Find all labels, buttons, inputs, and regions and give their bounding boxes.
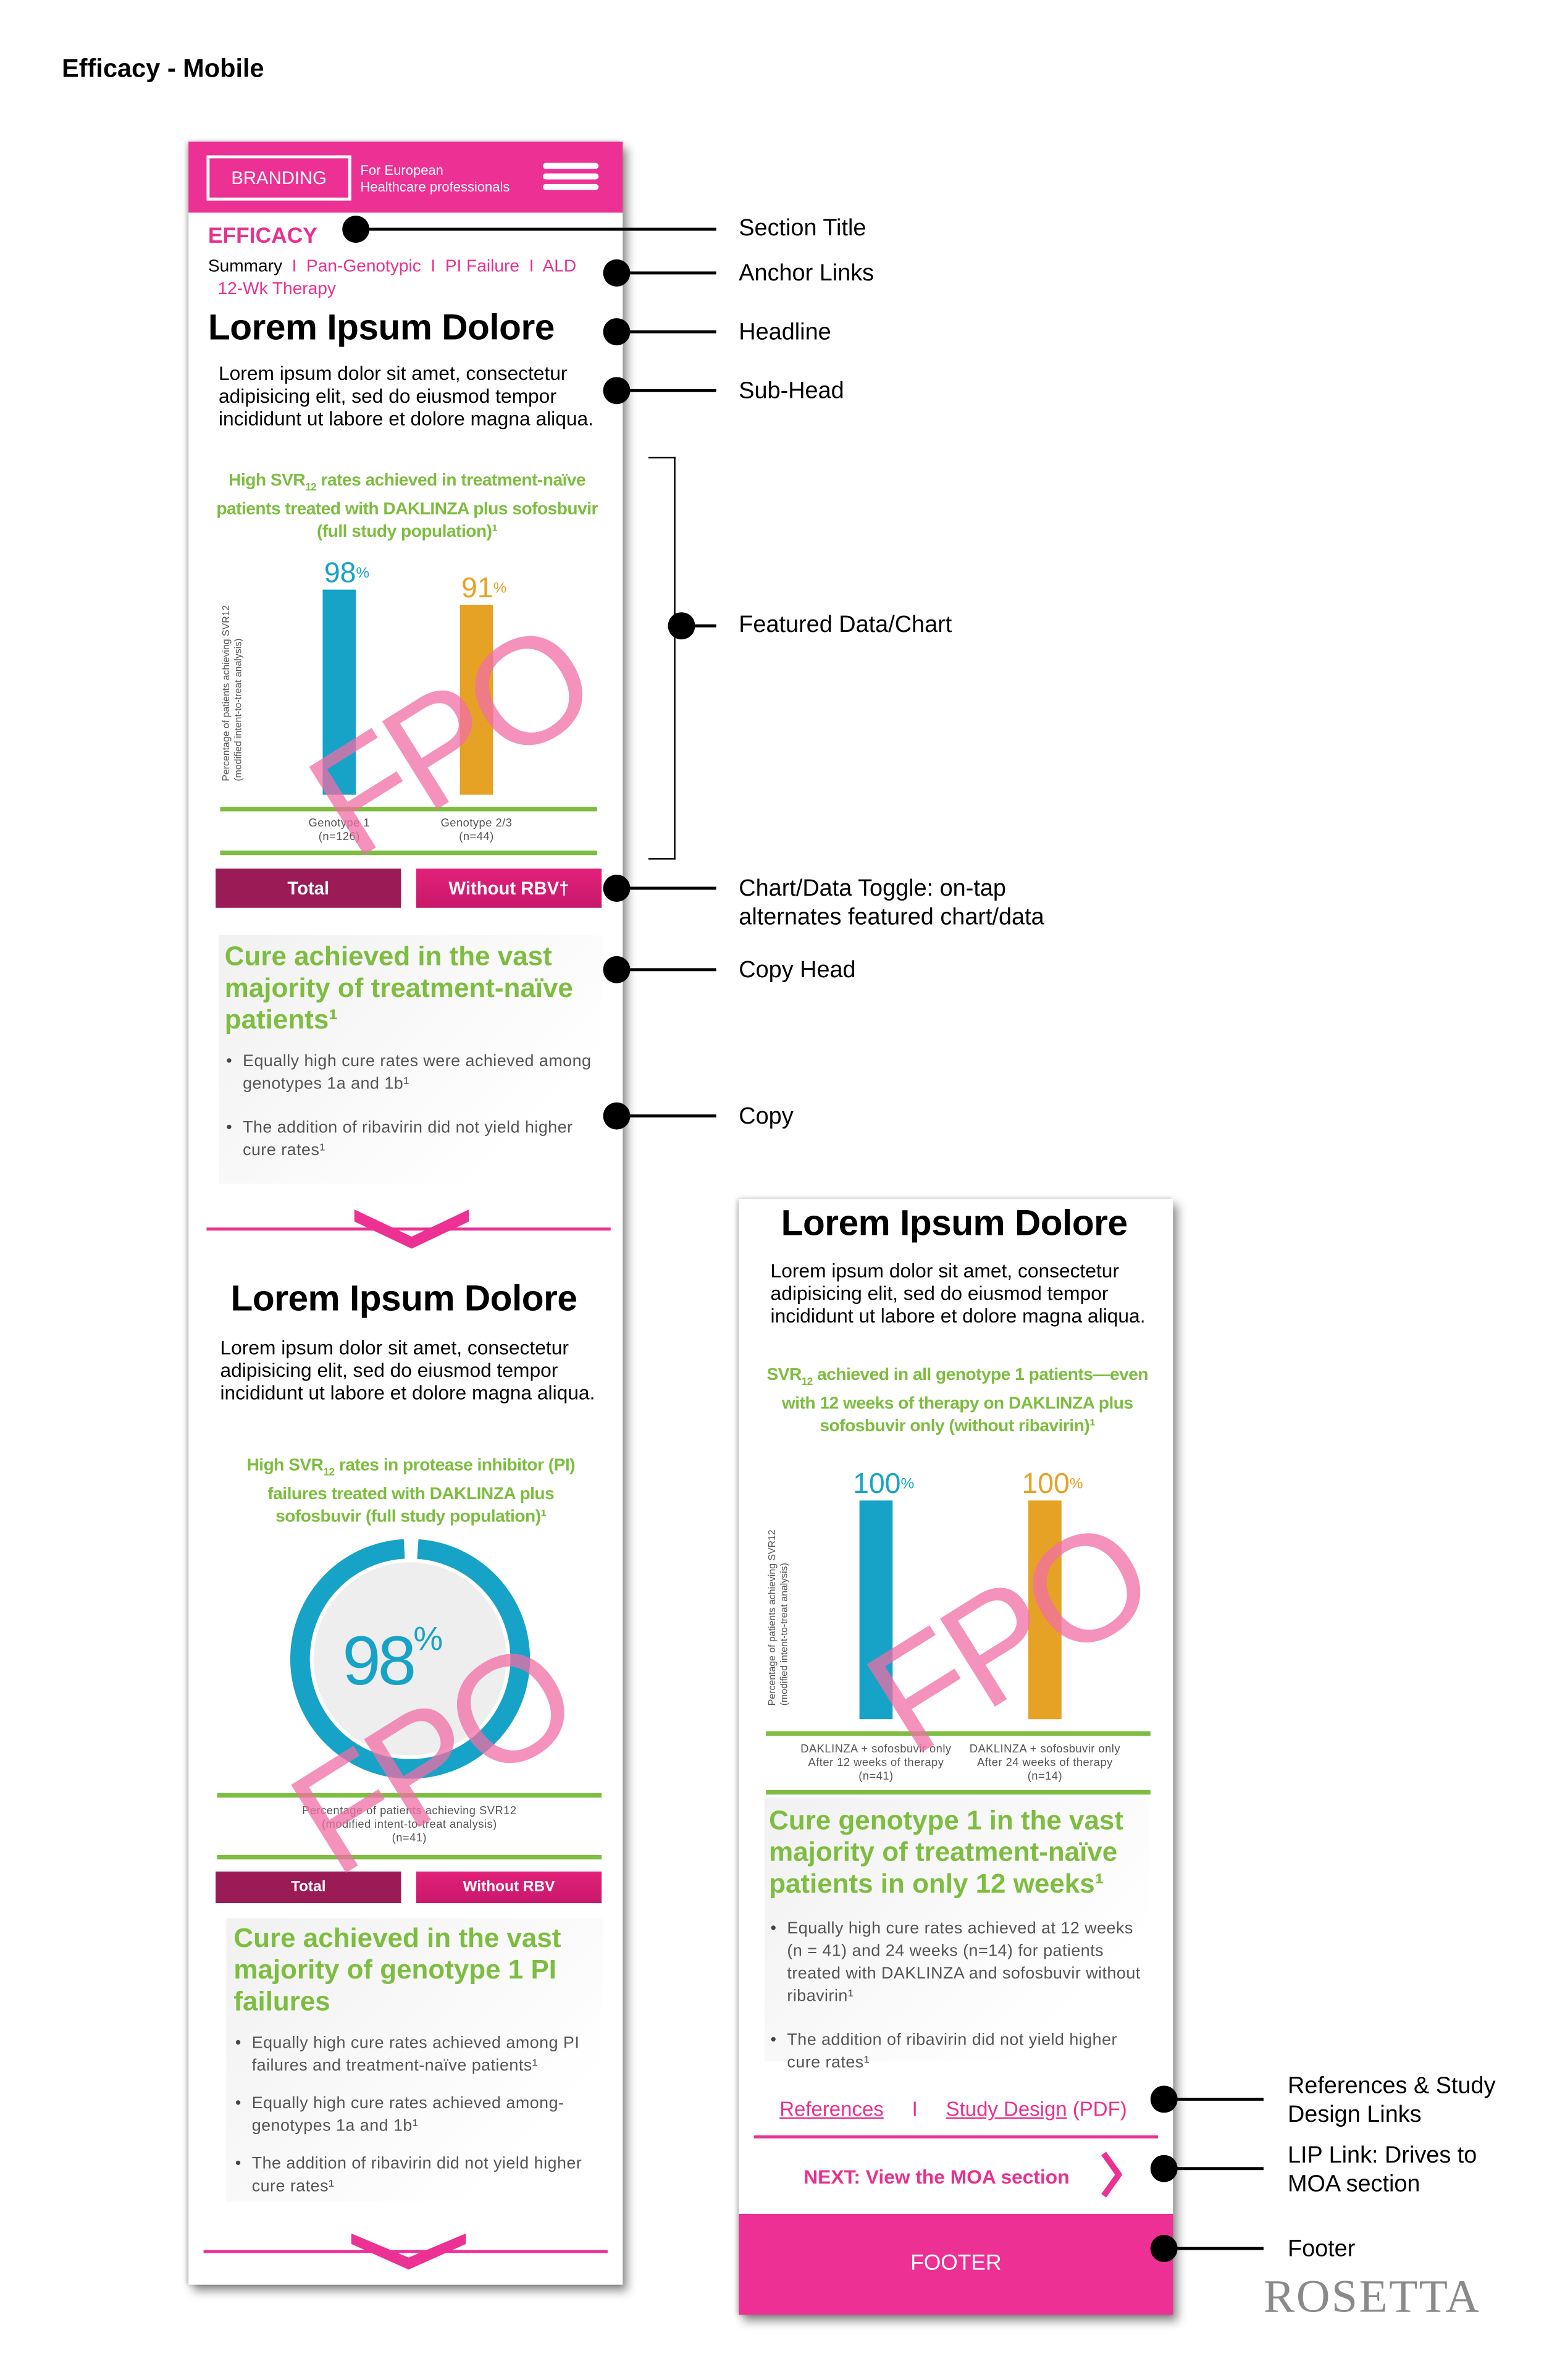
annotation-leader-line: [356, 228, 716, 230]
annotation-leader-line: [616, 330, 716, 333]
x-tick-label-line: After 24 weeks of therapy: [976, 1755, 1113, 1769]
annotation-label: Footer: [1287, 2236, 1356, 2263]
annotation-leader-line: [616, 1114, 716, 1117]
annotation-leader-line: [616, 968, 716, 971]
annotation-label: Featured Data/Chart: [739, 612, 952, 638]
separator: I: [912, 2097, 918, 2121]
unit: %: [413, 1620, 443, 1658]
x-tick-label-line: (n=14): [1027, 1768, 1063, 1783]
board-title: Efficacy - Mobile: [62, 54, 264, 83]
copy-head: Cure achieved in the vast majority of ge…: [233, 1922, 561, 2017]
annotation-label: Anchor Links: [739, 261, 875, 287]
annotation-leader-line: [1164, 2098, 1264, 2101]
y-axis-label-line: Percentage of patients achieving SVR12: [767, 1529, 778, 1706]
annotation-label: Headline: [739, 319, 831, 346]
copy-bullet: Equally high cure rates achieved at 12 w…: [771, 1918, 1149, 2008]
annotation-label: Copy Head: [739, 957, 856, 983]
bracket: [648, 456, 676, 860]
references-link[interactable]: References: [779, 2098, 884, 2121]
donut-chart-pi-failures: 98% Percentage of patients achieving SVR1…: [188, 141, 623, 1861]
mobile-page-left: BRANDING For European Healthcare professi…: [188, 141, 623, 2285]
reference-links: References I Study Design (PDF): [779, 2098, 1127, 2121]
chevron-down-icon[interactable]: [348, 2227, 469, 2273]
annotation-label: Section Title: [739, 216, 866, 242]
bar-value-label: 100%: [853, 1468, 915, 1501]
annotation-label: References & Study Design Links: [1287, 2073, 1496, 2128]
rosetta-logo: ROSETTA: [1263, 2269, 1481, 2323]
annotation-label: Chart/Data Toggle: on-tap alternates fea…: [739, 876, 1044, 931]
toggle-without-rbv-button[interactable]: Without RBV: [416, 1871, 602, 1904]
annotation-leader-line: [616, 389, 716, 392]
pdf-label: (PDF): [1072, 2097, 1127, 2121]
axis-line: [766, 1789, 1151, 1795]
copy-bullet: The addition of ribavirin did not yield …: [235, 2153, 603, 2198]
copy-head: Cure genotype 1 in the vast majority of …: [769, 1805, 1123, 1899]
annotation-leader-line: [616, 887, 716, 889]
annotation-label: LIP Link: Drives to MOA section: [1287, 2143, 1477, 2198]
study-design-link[interactable]: Study Design: [946, 2098, 1067, 2121]
copy-block: Cure achieved in the vast majority of ge…: [226, 1918, 603, 2202]
annotation-leader-line: [681, 624, 716, 628]
unit: %: [900, 1476, 915, 1493]
divider: [753, 2135, 1158, 2138]
unit: %: [1069, 1476, 1083, 1493]
annotation-label: Sub-Head: [739, 378, 844, 405]
annotation-leader-line: [616, 272, 716, 274]
y-axis-label: Percentage of patients achieving SVR12 (m…: [768, 1529, 792, 1705]
annotation-leader-line: [1164, 2247, 1264, 2250]
annotation-label: Copy: [739, 1104, 794, 1130]
copy-block: Cure genotype 1 in the vast majority of …: [764, 1798, 1149, 2072]
next-moa-link[interactable]: NEXT: View the MOA section: [803, 2166, 1069, 2189]
copy-bullet: Equally high cure rates achieved among P…: [235, 2033, 603, 2078]
y-axis-label-line: (modified intent-to-treat analysis): [779, 1563, 791, 1706]
chevron-right-icon[interactable]: [1101, 2151, 1122, 2198]
annotation-leader-line: [1164, 2167, 1264, 2170]
copy-bullet: The addition of ribavirin did not yield …: [771, 2030, 1149, 2075]
wireframe-board: Efficacy - Mobile BRANDING For European H…: [0, 0, 1544, 2380]
footer: FOOTER: [739, 2213, 1173, 2315]
copy-bullet: Equally high cure rates achieved among-g…: [235, 2093, 603, 2138]
